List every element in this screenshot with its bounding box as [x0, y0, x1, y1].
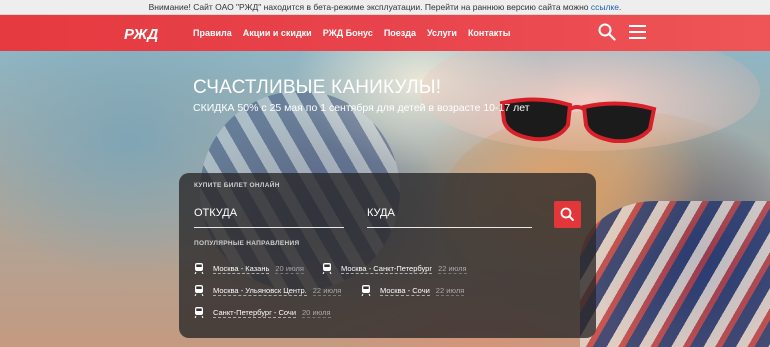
popular-route-item[interactable]: Москва - Ульяновск Центр. 22 июля: [194, 285, 342, 296]
hamburger-menu-icon[interactable]: [629, 25, 646, 40]
nav-item-rules[interactable]: Правила: [193, 28, 232, 38]
route-name[interactable]: Санкт-Петербург - Сочи: [213, 308, 297, 318]
nav-item-bonus[interactable]: РЖД Бонус: [323, 28, 373, 38]
site-header: РЖД Правила Акции и скидки РЖД Бонус Пое…: [0, 15, 770, 51]
rzd-logo[interactable]: РЖД: [123, 22, 161, 44]
beta-notice-text: Внимание! Сайт ОАО "РЖД" находится в бет…: [148, 2, 591, 12]
popular-routes-label: ПОПУЛЯРНЫЕ НАПРАВЛЕНИЯ: [194, 240, 300, 247]
promo-title: СЧАСТЛИВЫЕ КАНИКУЛЫ!: [193, 77, 442, 98]
popular-route-item[interactable]: Москва - Казань 20 июля: [194, 263, 304, 274]
search-tickets-button[interactable]: [554, 201, 581, 228]
train-icon: [361, 285, 371, 296]
route-date: 22 июля: [438, 263, 467, 274]
beta-notice-end: .: [618, 2, 622, 12]
from-field[interactable]: ОТКУДА: [194, 202, 344, 228]
nav-item-contacts[interactable]: Контакты: [468, 28, 510, 38]
popular-route-item[interactable]: Москва - Санкт-Петербург 22 июля: [322, 263, 467, 274]
nav-item-promotions[interactable]: Акции и скидки: [243, 28, 312, 38]
promo-subtitle: СКИДКА 50% с 25 мая по 1 сентября для де…: [193, 102, 530, 114]
ticket-search-panel: КУПИТЕ БИЛЕТ ОНЛАЙН ОТКУДА КУДА ПОПУЛЯРН…: [179, 173, 596, 338]
route-date: 22 июля: [435, 285, 465, 296]
route-date: 20 июля: [302, 307, 331, 318]
search-icon: [560, 207, 574, 221]
route-name[interactable]: Москва - Сочи: [380, 286, 430, 296]
logo-text: РЖД: [124, 26, 158, 43]
train-icon: [194, 307, 204, 318]
nav-item-services[interactable]: Услуги: [427, 28, 457, 38]
nav-item-trains[interactable]: Поезда: [384, 28, 416, 38]
route-date: 20 июля: [275, 263, 304, 274]
hero-photo-stripes-right: [580, 201, 770, 347]
train-icon: [194, 263, 204, 274]
ticket-panel-label: КУПИТЕ БИЛЕТ ОНЛАЙН: [194, 182, 280, 189]
search-icon[interactable]: [598, 23, 616, 41]
route-name[interactable]: Москва - Санкт-Петербург: [341, 264, 433, 274]
route-date: 22 июля: [312, 285, 342, 296]
popular-route-item[interactable]: Санкт-Петербург - Сочи 20 июля: [194, 307, 331, 318]
popular-route-item[interactable]: Москва - Сочи 22 июля: [361, 285, 465, 296]
route-name[interactable]: Москва - Казань: [213, 264, 270, 274]
train-icon: [194, 285, 204, 296]
train-icon: [322, 263, 332, 274]
to-field[interactable]: КУДА: [367, 202, 532, 228]
main-nav: Правила Акции и скидки РЖД Бонус Поезда …: [193, 15, 521, 51]
route-name[interactable]: Москва - Ульяновск Центр.: [213, 286, 307, 296]
beta-notice: Внимание! Сайт ОАО "РЖД" находится в бет…: [0, 0, 770, 15]
beta-notice-link[interactable]: ссылке: [591, 2, 619, 12]
